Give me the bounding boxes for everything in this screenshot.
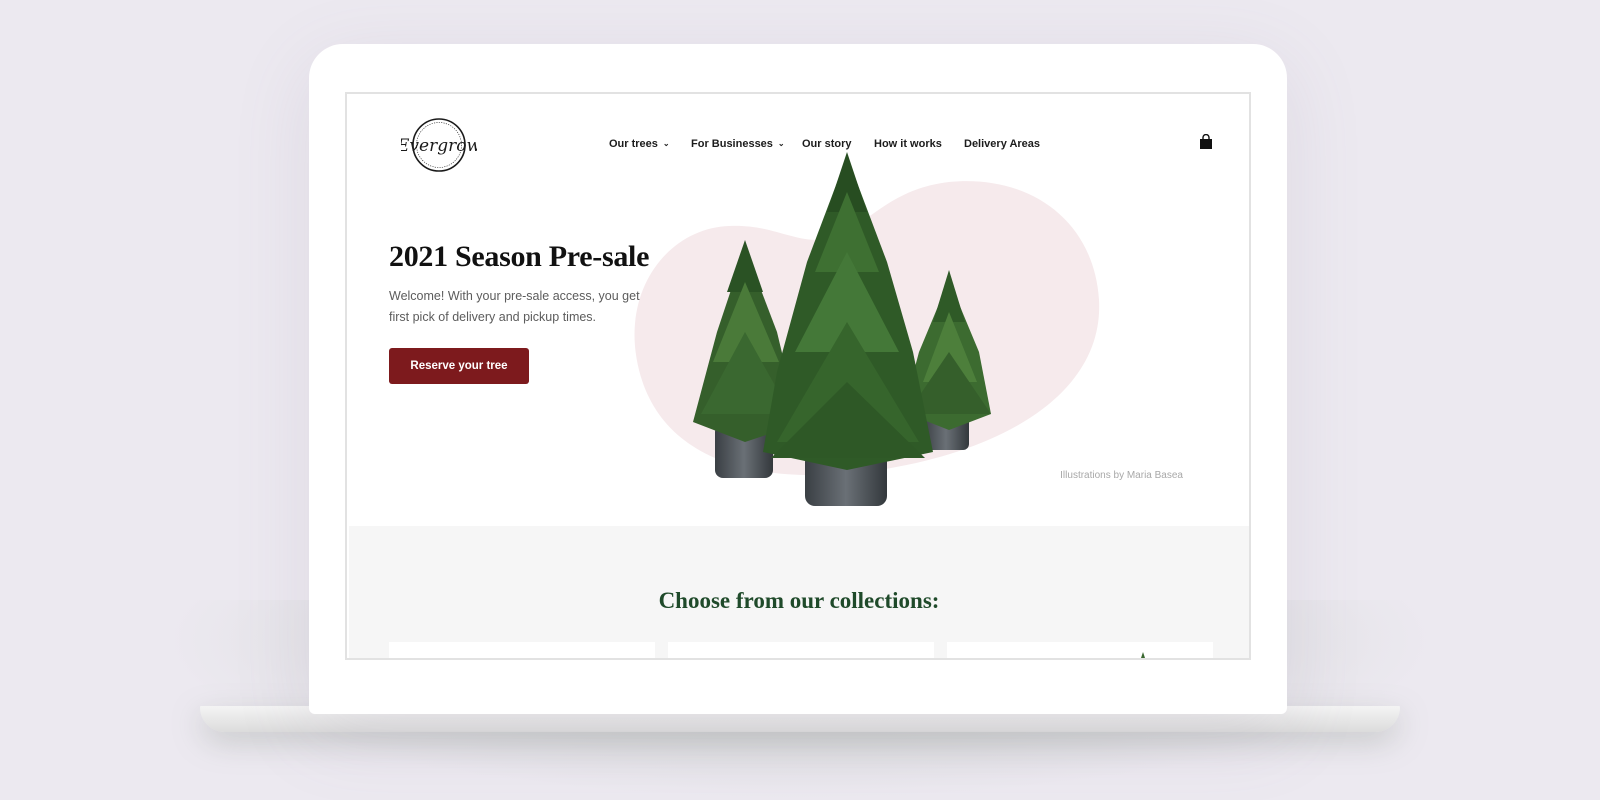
nav-item-how-it-works[interactable]: How it works (874, 138, 942, 150)
christmas-trees-illustration (693, 152, 991, 506)
collections-section: Choose from our collections: (349, 526, 1249, 658)
collection-card[interactable] (947, 642, 1213, 658)
hero-description: Welcome! With your pre-sale access, you … (389, 289, 640, 324)
nav-item-our-trees[interactable]: Our trees ⌄ (609, 138, 670, 150)
chevron-down-icon: ⌄ (662, 139, 670, 148)
center-tree (763, 152, 933, 506)
browser-viewport: Evergrow Our trees ⌄ For Businesses ⌄ Our … (345, 92, 1251, 660)
tree-thumbnail-icon (1141, 652, 1145, 658)
collection-card[interactable] (389, 642, 655, 658)
nav-item-for-businesses[interactable]: For Businesses ⌄ (691, 138, 785, 150)
nav-item-delivery-areas[interactable]: Delivery Areas (964, 138, 1040, 150)
nav-label: For Businesses (691, 138, 773, 150)
shopping-bag-icon[interactable] (1199, 134, 1213, 150)
collection-card[interactable] (668, 642, 934, 658)
chevron-down-icon: ⌄ (777, 139, 785, 148)
collections-title: Choose from our collections: (658, 588, 940, 613)
nav-label: Our trees (609, 138, 658, 150)
nav-item-our-story[interactable]: Our story (802, 138, 852, 150)
hero-title: 2021 Season Pre-sale (389, 240, 650, 273)
illustration-credit: Illustrations by Maria Basea (1060, 470, 1183, 481)
reserve-tree-button[interactable]: Reserve your tree (389, 348, 529, 384)
